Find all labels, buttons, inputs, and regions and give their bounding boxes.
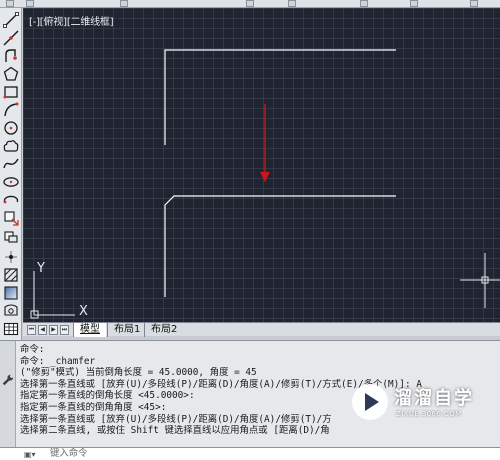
drawing-canvas[interactable]: [-][俯视][二维线框] Y X <box>23 8 500 322</box>
command-history: 命令: 命令: _chamfer ("修剪"模式) 当前倒角长度 = 45.00… <box>20 344 498 437</box>
gradient-icon <box>4 285 18 300</box>
wrench-icon[interactable] <box>1 373 15 387</box>
tab-layout1[interactable]: 布局1 <box>107 323 146 337</box>
command-input-field[interactable]: 键入命令 <box>50 448 88 460</box>
polyline-tool-button[interactable] <box>2 47 20 64</box>
arc-icon <box>4 102 19 116</box>
next-tab-button[interactable]: ▶ <box>49 325 58 335</box>
ellipse-icon <box>3 176 19 187</box>
command-input-bar[interactable]: ▣▾ 键入命令 <box>0 447 500 460</box>
line-tool-button[interactable] <box>2 11 20 28</box>
ucs-x-label: X <box>79 304 88 319</box>
autocad-window: [-][俯视][二维线框] Y X ⏮ ◀ ▶ ⏭ 模型 布局1 布局2 命令:… <box>0 0 500 460</box>
toolbar-button[interactable] <box>26 0 34 7</box>
command-menu-icon[interactable]: ▣▾ <box>24 450 36 459</box>
spline-tool-button[interactable] <box>2 155 20 172</box>
insert-block-icon <box>4 210 19 226</box>
gradient-tool-button[interactable] <box>2 284 20 301</box>
crosshair-cursor-icon <box>460 253 500 308</box>
draw-toolbar <box>0 8 22 340</box>
command-history-line: ("修剪"模式) 当前倒角长度 = 45.0000, 角度 = 45 <box>20 367 257 379</box>
region-icon <box>4 303 18 316</box>
toolbar-button[interactable] <box>470 0 478 7</box>
command-history-line: 选择第一条直线或 [放弃(U)/多段线(P)/距离(D)/角度(A)/修剪(T)… <box>20 413 332 425</box>
ucs-y-label: Y <box>36 261 45 276</box>
toolbar-button[interactable] <box>288 0 296 7</box>
command-history-line: 选择第二条直线, 或按住 Shift 键选择直线以应用角点或 [距离(D)/角 <box>20 425 330 437</box>
polygon-icon <box>3 66 19 81</box>
upper-corner-lines[interactable] <box>164 49 396 145</box>
table-tool-button[interactable] <box>2 320 20 337</box>
tab-layout2[interactable]: 布局2 <box>144 323 183 337</box>
command-window-handle[interactable] <box>0 341 16 448</box>
region-tool-button[interactable] <box>2 302 20 319</box>
toolbar-button[interactable] <box>6 0 14 7</box>
polyline-icon <box>5 48 17 62</box>
ellipse-arc-tool-button[interactable] <box>2 191 20 208</box>
point-icon <box>5 250 17 263</box>
spline-icon <box>3 158 19 168</box>
make-block-icon <box>4 230 18 243</box>
revision-cloud-icon <box>3 139 19 152</box>
command-history-line: 选择第一条直线或 [放弃(U)/多段线(P)/距离(D)/角度(A)/修剪(T)… <box>20 378 422 390</box>
prev-tab-button[interactable]: ◀ <box>38 325 47 335</box>
toolbar-button[interactable] <box>410 0 418 7</box>
command-window: 命令: 命令: _chamfer ("修剪"模式) 当前倒角长度 = 45.00… <box>0 340 500 448</box>
rectangle-tool-button[interactable] <box>2 83 20 100</box>
insert-block-tool-button[interactable] <box>2 209 20 226</box>
toolbar-button[interactable] <box>360 0 368 7</box>
chamfered-corner-lines[interactable] <box>164 195 396 297</box>
toolbar-button[interactable] <box>246 0 254 7</box>
ellipse-arc-icon <box>3 195 19 203</box>
command-history-line: 命令: _chamfer <box>20 355 96 367</box>
table-icon <box>3 322 19 335</box>
construction-line-icon <box>3 30 19 45</box>
point-tool-button[interactable] <box>2 248 20 265</box>
command-history-line: 指定第一条直线的倒角长度 <45.0000>: <box>20 390 195 402</box>
toolbar-button[interactable] <box>120 0 128 7</box>
construction-line-tool-button[interactable] <box>2 29 20 46</box>
rectangle-icon <box>3 85 18 98</box>
command-history-line: 指定第一条直线的倒角角度 <45>: <box>20 401 167 413</box>
command-history-line: 命令: <box>20 344 45 355</box>
arc-tool-button[interactable] <box>2 101 20 118</box>
ucs-icon <box>30 271 75 319</box>
circle-tool-button[interactable] <box>2 119 20 136</box>
first-tab-button[interactable]: ⏮ <box>27 325 36 335</box>
circle-icon <box>4 120 18 135</box>
line-icon <box>3 11 19 28</box>
top-toolbar-strip <box>0 0 500 8</box>
tab-model[interactable]: 模型 <box>73 323 106 337</box>
make-block-tool-button[interactable] <box>2 227 20 244</box>
down-arrow-icon <box>260 104 270 182</box>
ellipse-tool-button[interactable] <box>2 173 20 190</box>
polygon-tool-button[interactable] <box>2 65 20 82</box>
last-tab-button[interactable]: ⏭ <box>60 325 69 335</box>
hatch-icon <box>4 267 18 282</box>
revision-cloud-tool-button[interactable] <box>2 137 20 154</box>
layout-tab-bar: ⏮ ◀ ▶ ⏭ 模型 布局1 布局2 <box>23 322 500 337</box>
drawing-geometry: Y X <box>30 49 500 319</box>
hatch-tool-button[interactable] <box>2 266 20 283</box>
